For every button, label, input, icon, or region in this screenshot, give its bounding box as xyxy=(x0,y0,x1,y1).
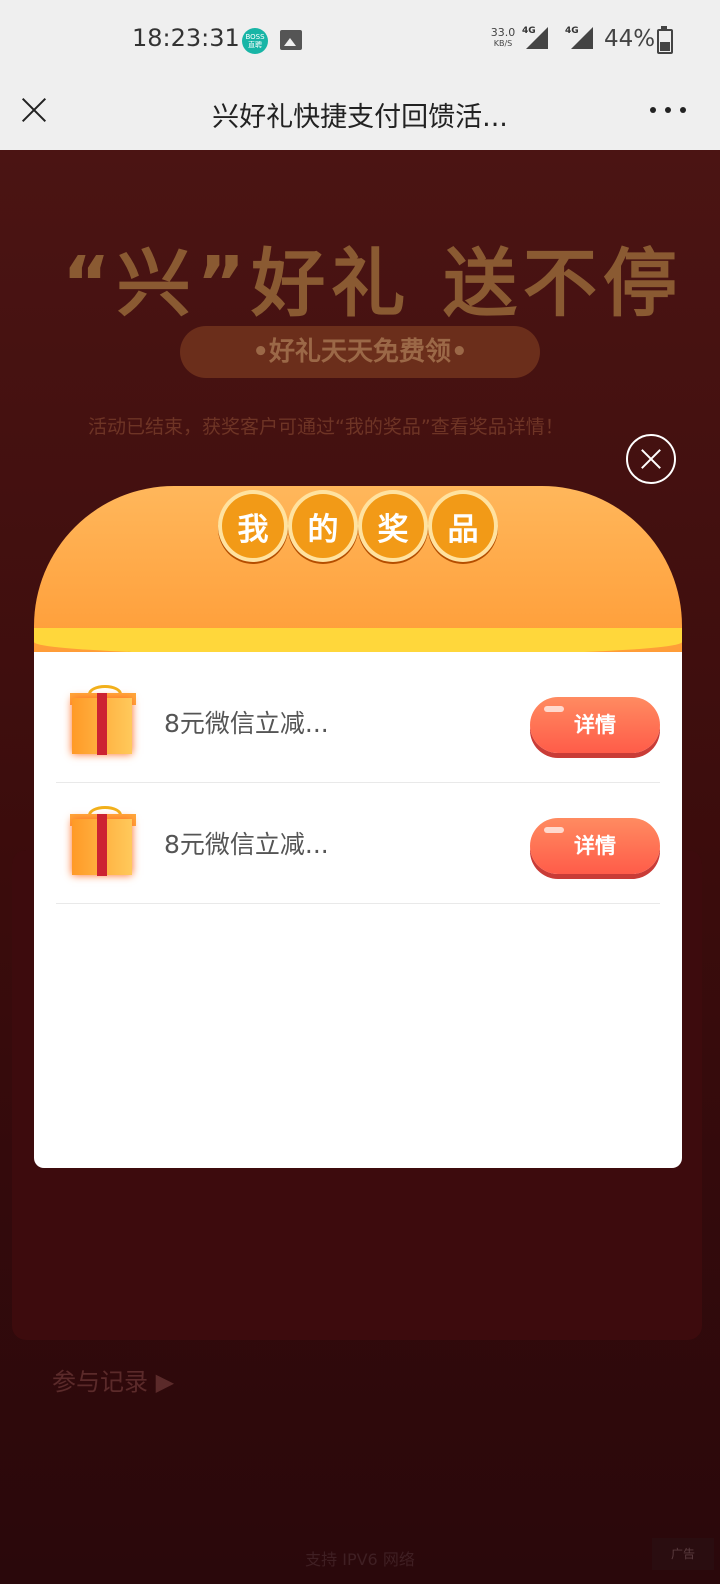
activity-subtitle: •好礼天天免费领• xyxy=(180,326,540,378)
modal-close-icon[interactable] xyxy=(626,434,676,484)
prize-banner: 我 的 奖 品 xyxy=(34,486,682,662)
gift-icon xyxy=(70,685,137,757)
battery-percent: 44% xyxy=(604,26,656,52)
navigation-bar: 兴好礼快捷支付回馈活... xyxy=(0,78,720,150)
more-icon[interactable] xyxy=(650,104,686,116)
signal-icon-2 xyxy=(571,27,593,49)
prize-list: 8元微信立减... 详情 8元微信立减... 详情 xyxy=(56,662,660,904)
activity-title: “兴”好礼 送不停 xyxy=(62,241,684,327)
close-icon[interactable] xyxy=(18,94,50,126)
gift-icon xyxy=(70,806,137,878)
status-time: 18:23:31 xyxy=(132,24,240,52)
ipv6-footer: 支持 IPV6 网络 xyxy=(305,1550,415,1569)
participation-record-link[interactable]: 参与记录 ▶ xyxy=(52,1362,174,1397)
boss-app-icon: BOSS 直聘 xyxy=(242,28,268,54)
my-prizes-modal: 我 的 奖 品 8元微信立减... 详情 8元微信立减... 详情 xyxy=(34,486,682,1168)
status-bar: 18:23:31 BOSS 直聘 33.0 KB/S 4G 4G 44% xyxy=(0,0,720,78)
prize-list-item: 8元微信立减... 详情 xyxy=(56,662,660,783)
prize-name: 8元微信立减... xyxy=(164,830,329,859)
gallery-icon xyxy=(280,30,302,50)
ad-label: 广告 xyxy=(652,1538,714,1570)
prize-detail-button[interactable]: 详情 xyxy=(530,697,660,753)
signal-icon-1 xyxy=(526,27,548,49)
prize-name: 8元微信立减... xyxy=(164,709,329,738)
network-speed: 33.0 KB/S xyxy=(490,26,516,48)
prize-detail-button[interactable]: 详情 xyxy=(530,818,660,874)
activity-notice: 活动已结束，获奖客户可通过“我的奖品”查看奖品详情！ xyxy=(88,416,564,438)
prize-list-item: 8元微信立减... 详情 xyxy=(56,783,660,904)
prize-list-panel: 8元微信立减... 详情 8元微信立减... 详情 xyxy=(34,652,682,1168)
page-title: 兴好礼快捷支付回馈活... xyxy=(212,102,508,133)
battery-icon xyxy=(657,26,673,54)
